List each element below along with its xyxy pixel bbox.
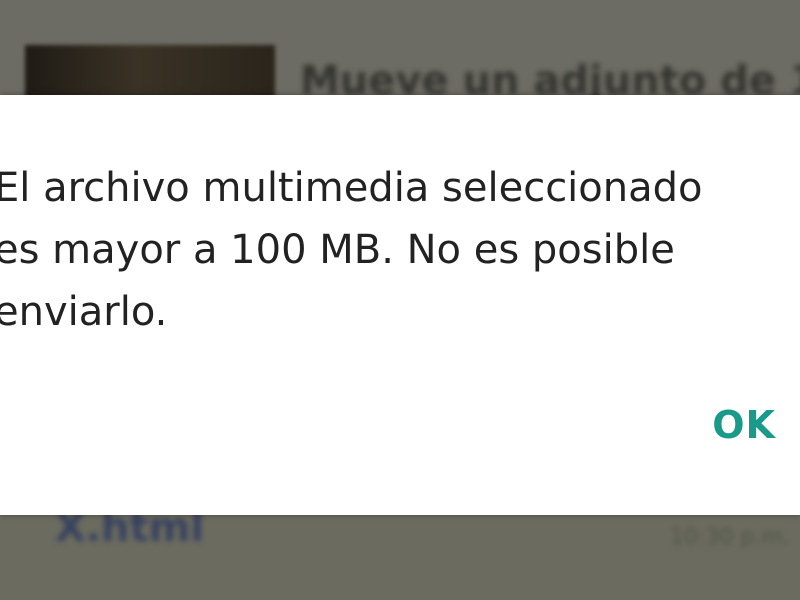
background-meta: 10:30 p.m. [670,525,790,550]
dialog-message: El archivo multimedia seleccionado es ma… [0,165,703,335]
screen: Mueve un adjunto de 100 MB X.html 10:30 … [0,0,800,600]
ok-button[interactable]: OK [708,403,780,447]
alert-dialog: El archivo multimedia seleccionado es ma… [0,95,800,515]
